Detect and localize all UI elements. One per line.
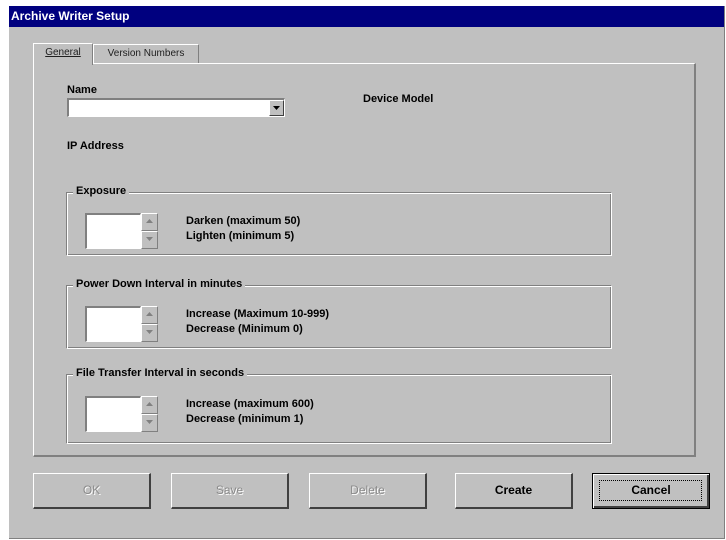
tab-general-label: General [45, 47, 81, 58]
general-tab-panel: Name Device Model IP Address Exposure Da… [33, 63, 696, 457]
arrow-down-icon [146, 420, 153, 424]
power-down-spin-down-button[interactable] [141, 324, 158, 342]
power-down-caption: Power Down Interval in minutes [73, 278, 246, 290]
file-transfer-input[interactable] [85, 396, 141, 432]
name-label: Name [67, 84, 97, 96]
arrow-up-icon [146, 312, 153, 316]
exposure-spin-down-button[interactable] [141, 231, 158, 249]
power-down-group: Power Down Interval in minutes Increase … [66, 278, 612, 349]
file-transfer-spin-up-button[interactable] [141, 396, 158, 414]
exposure-spin-up-button[interactable] [141, 213, 158, 231]
archive-writer-setup-window: Archive Writer Setup General Version Num… [9, 6, 725, 539]
cancel-button-label: Cancel [631, 483, 671, 497]
exposure-input[interactable] [85, 213, 141, 249]
file-transfer-group: File Transfer Interval in seconds Increa… [66, 367, 612, 444]
save-button[interactable]: Save [171, 473, 289, 509]
arrow-down-icon [146, 330, 153, 334]
window-title: Archive Writer Setup [11, 9, 130, 23]
ok-button[interactable]: OK [33, 473, 151, 509]
file-transfer-down-hint: Decrease (minimum 1) [186, 413, 304, 425]
create-button[interactable]: Create [455, 473, 573, 509]
ip-address-label: IP Address [67, 140, 124, 152]
power-down-input[interactable] [85, 306, 141, 342]
file-transfer-caption: File Transfer Interval in seconds [73, 367, 248, 379]
exposure-down-hint: Lighten (minimum 5) [186, 230, 295, 242]
tab-version-numbers[interactable]: Version Numbers [93, 44, 199, 64]
file-transfer-spin-down-button[interactable] [141, 414, 158, 432]
arrow-up-icon [146, 402, 153, 406]
arrow-down-icon [146, 237, 153, 241]
name-dropdown-button[interactable] [269, 100, 284, 116]
tab-general[interactable]: General [33, 43, 93, 65]
device-model-label: Device Model [363, 93, 434, 105]
title-bar[interactable]: Archive Writer Setup [9, 6, 724, 27]
cancel-button[interactable]: Cancel [592, 473, 710, 509]
arrow-up-icon [146, 219, 153, 223]
power-down-up-hint: Increase (Maximum 10-999) [186, 308, 330, 320]
delete-button[interactable]: Delete [309, 473, 427, 509]
tab-version-numbers-label: Version Numbers [107, 48, 185, 59]
file-transfer-up-hint: Increase (maximum 600) [186, 398, 314, 410]
exposure-group: Exposure Darken (maximum 50) Lighten (mi… [66, 185, 612, 256]
exposure-caption: Exposure [73, 185, 130, 197]
chevron-down-icon [273, 106, 280, 110]
power-down-spin-up-button[interactable] [141, 306, 158, 324]
name-combobox[interactable] [67, 98, 285, 117]
exposure-up-hint: Darken (maximum 50) [186, 215, 301, 227]
power-down-down-hint: Decrease (Minimum 0) [186, 323, 303, 335]
